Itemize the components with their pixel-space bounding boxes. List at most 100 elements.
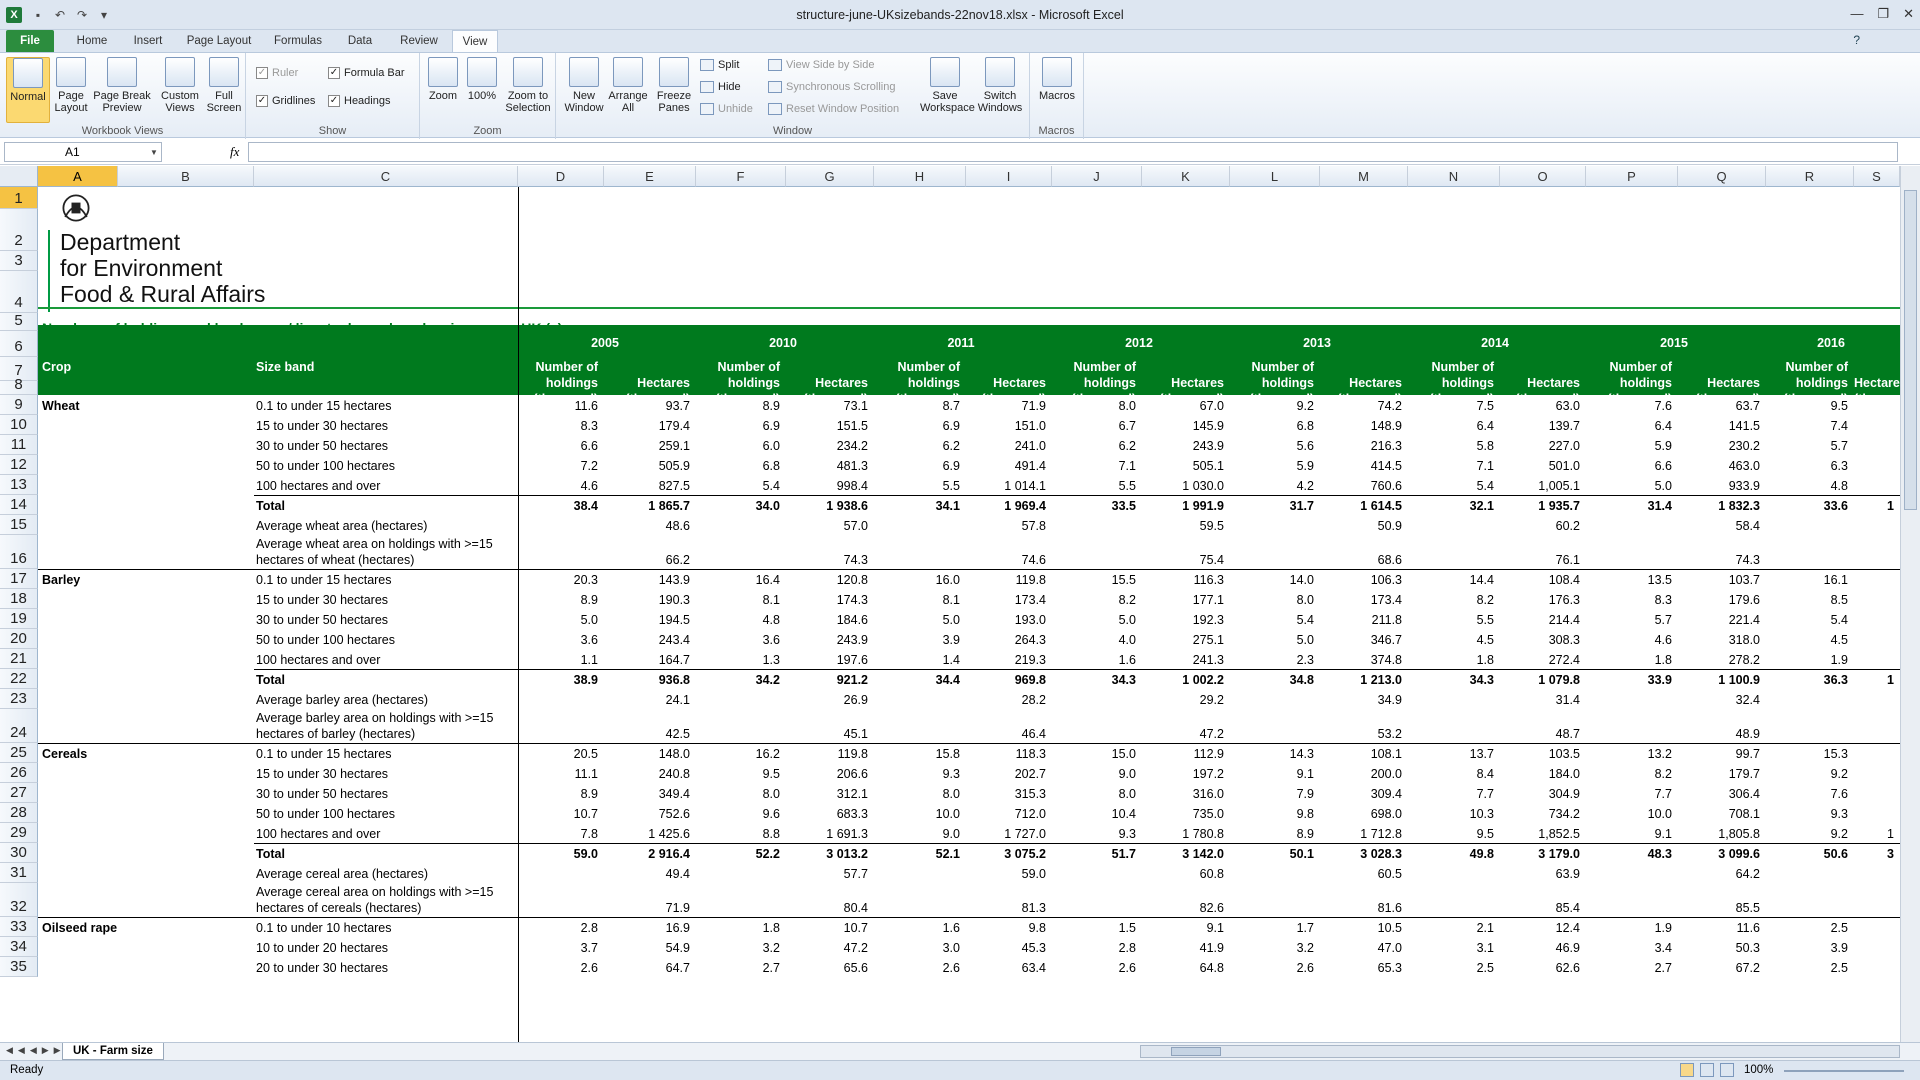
table-cell[interactable]: 8.7: [874, 399, 960, 413]
row-header-34[interactable]: 34: [0, 937, 38, 957]
gridlines-checkbox[interactable]: ✓ Gridlines: [256, 95, 315, 107]
table-cell[interactable]: 48.6: [604, 519, 690, 533]
table-cell[interactable]: 60.2: [1500, 519, 1580, 533]
table-cell[interactable]: 143.9: [604, 573, 690, 587]
row-header-26[interactable]: 26: [0, 763, 38, 783]
table-cell[interactable]: 112.9: [1142, 747, 1224, 761]
column-header-b[interactable]: B: [118, 166, 254, 187]
table-cell[interactable]: 108.4: [1500, 573, 1580, 587]
table-cell[interactable]: 63.7: [1678, 399, 1760, 413]
row-header-15[interactable]: 15: [0, 515, 38, 535]
table-cell[interactable]: 45.3: [966, 941, 1046, 955]
freeze-panes-button[interactable]: Freeze Panes: [652, 57, 696, 114]
row-header-29[interactable]: 29: [0, 823, 38, 843]
column-header-n[interactable]: N: [1408, 166, 1500, 187]
table-cell[interactable]: 1.9: [1766, 653, 1848, 667]
table-cell[interactable]: 3.9: [1766, 941, 1848, 955]
table-cell[interactable]: 51.7: [1052, 847, 1136, 861]
table-cell[interactable]: 34.4: [874, 673, 960, 687]
table-cell[interactable]: 1,805.8: [1678, 827, 1760, 841]
table-cell[interactable]: 306.4: [1678, 787, 1760, 801]
table-cell[interactable]: 57.0: [786, 519, 868, 533]
table-cell[interactable]: 15.5: [1052, 573, 1136, 587]
table-cell[interactable]: 173.4: [1320, 593, 1402, 607]
table-cell[interactable]: 85.5: [1678, 901, 1760, 915]
table-cell[interactable]: 8.2: [1052, 593, 1136, 607]
table-cell[interactable]: 68.6: [1320, 553, 1402, 567]
table-cell[interactable]: 230.2: [1678, 439, 1760, 453]
row-header-10[interactable]: 10: [0, 415, 38, 435]
table-cell[interactable]: 29.2: [1142, 693, 1224, 707]
table-cell[interactable]: 7.7: [1408, 787, 1494, 801]
table-cell[interactable]: 8.3: [518, 419, 598, 433]
page-layout-view-button[interactable]: Page Layout: [52, 57, 90, 114]
row-header-2[interactable]: 2: [0, 209, 38, 251]
table-cell[interactable]: 1.6: [874, 921, 960, 935]
help-icon[interactable]: ?: [1853, 33, 1860, 47]
table-cell[interactable]: 8.2: [1586, 767, 1672, 781]
tab-data[interactable]: Data: [340, 30, 380, 52]
table-cell[interactable]: 349.4: [604, 787, 690, 801]
table-cell[interactable]: 6.6: [518, 439, 598, 453]
table-cell[interactable]: 3 075.2: [966, 847, 1046, 861]
row-header-19[interactable]: 19: [0, 609, 38, 629]
table-cell[interactable]: 2.6: [874, 961, 960, 975]
table-cell[interactable]: 63.0: [1500, 399, 1580, 413]
name-box-dropdown-icon[interactable]: ▼: [150, 148, 158, 157]
table-cell[interactable]: 8.0: [1230, 593, 1314, 607]
table-cell[interactable]: 32.1: [1408, 499, 1494, 513]
table-cell[interactable]: 6.4: [1586, 419, 1672, 433]
table-cell[interactable]: 42.5: [604, 727, 690, 741]
column-header-j[interactable]: J: [1052, 166, 1142, 187]
page-break-status-icon[interactable]: [1720, 1063, 1734, 1077]
table-cell[interactable]: 9.6: [696, 807, 780, 821]
table-cell[interactable]: 272.4: [1500, 653, 1580, 667]
table-cell[interactable]: 735.0: [1142, 807, 1224, 821]
table-cell[interactable]: 202.7: [966, 767, 1046, 781]
table-cell[interactable]: 683.3: [786, 807, 868, 821]
table-cell[interactable]: 734.2: [1500, 807, 1580, 821]
table-cell[interactable]: 4.8: [696, 613, 780, 627]
table-cell[interactable]: 13.5: [1586, 573, 1672, 587]
table-cell[interactable]: 3.1: [1408, 941, 1494, 955]
zoom-level[interactable]: 100%: [1744, 1064, 1773, 1076]
page-break-preview-button[interactable]: Page Break Preview: [92, 57, 152, 114]
row-header-8[interactable]: 8: [0, 376, 38, 395]
table-cell[interactable]: 2.5: [1408, 961, 1494, 975]
tab-formulas[interactable]: Formulas: [272, 30, 324, 52]
reset-window-position-button[interactable]: Reset Window Position: [768, 103, 899, 115]
table-cell[interactable]: 240.8: [604, 767, 690, 781]
table-cell[interactable]: 243.4: [604, 633, 690, 647]
row-header-1[interactable]: 1: [0, 187, 38, 209]
table-cell[interactable]: 2.5: [1766, 961, 1848, 975]
table-cell[interactable]: 5.0: [1230, 633, 1314, 647]
table-cell[interactable]: 1 727.0: [966, 827, 1046, 841]
table-cell[interactable]: 50.3: [1678, 941, 1760, 955]
table-cell[interactable]: 8.1: [696, 593, 780, 607]
table-cell[interactable]: 54.9: [604, 941, 690, 955]
table-cell[interactable]: 74.6: [966, 553, 1046, 567]
table-cell[interactable]: 197.6: [786, 653, 868, 667]
table-cell[interactable]: 67.2: [1678, 961, 1760, 975]
table-cell[interactable]: 1 832.3: [1678, 499, 1760, 513]
table-cell[interactable]: 936.8: [604, 673, 690, 687]
table-cell[interactable]: 241.3: [1142, 653, 1224, 667]
table-cell[interactable]: 227.0: [1500, 439, 1580, 453]
table-cell[interactable]: 5.5: [874, 479, 960, 493]
table-cell[interactable]: 3.9: [874, 633, 960, 647]
custom-views-button[interactable]: Custom Views: [158, 57, 202, 114]
column-header-m[interactable]: M: [1320, 166, 1408, 187]
table-cell[interactable]: 47.2: [1142, 727, 1224, 741]
table-cell[interactable]: 2.1: [1408, 921, 1494, 935]
table-cell[interactable]: 15.0: [1052, 747, 1136, 761]
table-cell[interactable]: 921.2: [786, 673, 868, 687]
table-cell[interactable]: 52.2: [696, 847, 780, 861]
table-cell[interactable]: 1 969.4: [966, 499, 1046, 513]
table-cell[interactable]: 5.4: [1230, 613, 1314, 627]
table-cell[interactable]: 9.5: [1408, 827, 1494, 841]
table-cell[interactable]: 8.9: [518, 787, 598, 801]
table-cell[interactable]: 8.3: [1586, 593, 1672, 607]
table-cell[interactable]: 33.6: [1766, 499, 1848, 513]
table-cell[interactable]: 64.2: [1678, 867, 1760, 881]
table-cell[interactable]: 177.1: [1142, 593, 1224, 607]
